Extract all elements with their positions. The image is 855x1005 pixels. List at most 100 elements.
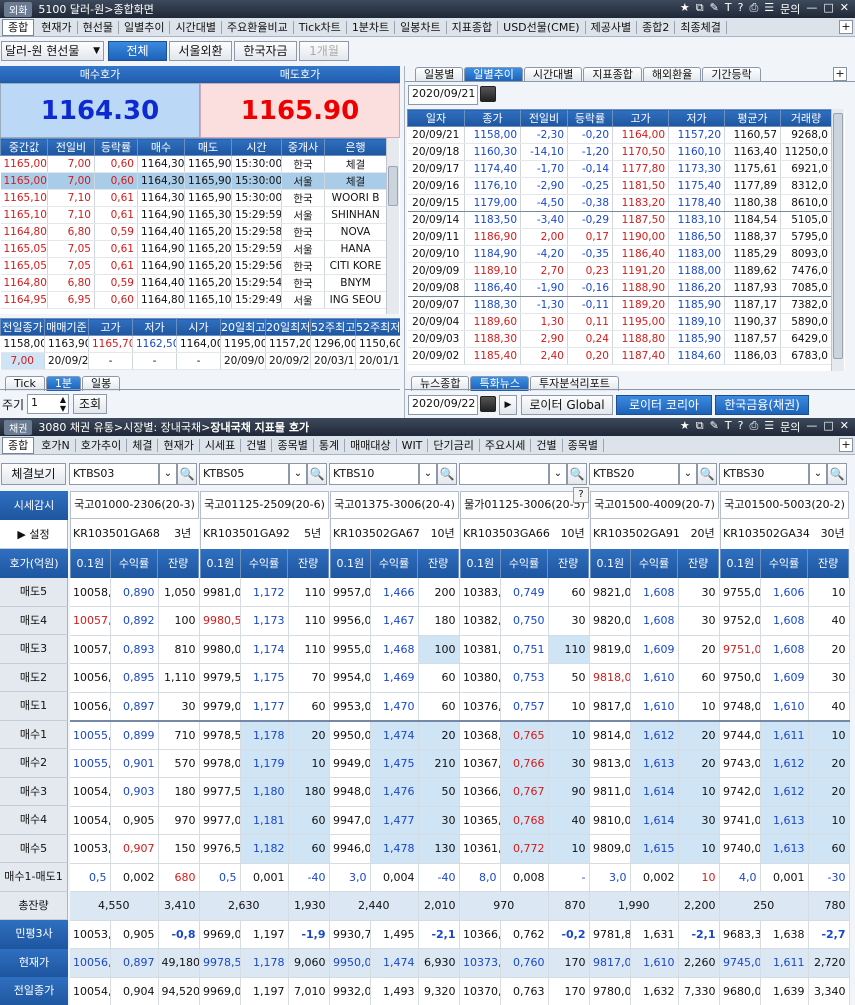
code-select[interactable]: KTBS10	[329, 463, 419, 485]
quote-row[interactable]: 10380,00,75350	[460, 663, 590, 693]
quote-row[interactable]: 9954,0 1,469 60	[330, 663, 460, 693]
menu-item[interactable]: WIT	[397, 438, 429, 452]
menu-item[interactable]: 종합	[2, 18, 35, 36]
search-button[interactable]: 조회	[73, 394, 107, 414]
quote-row[interactable]: 10383,00,74960	[460, 578, 590, 607]
quote-row[interactable]: 9955,0 1,468 100	[330, 635, 460, 664]
menu-item[interactable]: 호가N	[36, 438, 76, 452]
menu-item[interactable]: 시세표	[200, 438, 242, 452]
quote-row[interactable]: 10361,00,77210	[460, 834, 590, 864]
window-tool-icon[interactable]: ?	[738, 1, 744, 17]
table-row[interactable]: 20/09/17 1174,40 -1,70 -0,14 1177,80 1173,30 1…	[407, 160, 832, 178]
quote-row[interactable]: 10054,50,903180	[70, 777, 200, 807]
menu-item[interactable]: 종합	[2, 436, 35, 454]
tab[interactable]: 기간등락	[702, 67, 761, 82]
quote-row[interactable]: 10056,50,8951,110	[70, 663, 200, 693]
code-select[interactable]	[459, 463, 549, 485]
period-stepper[interactable]: 1 ▲ ▼	[27, 394, 69, 414]
quote-row[interactable]: 10053,50,907150	[70, 834, 200, 864]
calendar-icon[interactable]	[480, 86, 496, 105]
tab[interactable]: 지표종합	[583, 67, 642, 82]
quote-row[interactable]: 9981,0 1,172 110	[200, 578, 330, 607]
auto-monitor-label[interactable]: 시세감시	[0, 491, 68, 520]
table-row[interactable]: 20/09/04 1189,60 1,30 0,11 1195,00 1189,10 119…	[407, 313, 832, 331]
quote-row[interactable]: 9809,0 1,615 10	[590, 834, 720, 864]
menu-item[interactable]: 현재가	[158, 438, 200, 452]
quote-row[interactable]: 9978,0 1,179 10	[200, 749, 330, 778]
quote-row[interactable]: 9819,0 1,609 20	[590, 635, 720, 664]
market-select[interactable]: 달러-원 현선물 ▼	[1, 41, 104, 61]
news-reuters-korea-button[interactable]: 로이터 코리아	[616, 395, 712, 415]
chevron-down-icon[interactable]: ⌄	[289, 463, 307, 485]
menu-item[interactable]: 최종체결	[675, 20, 727, 34]
setting-button[interactable]: ▶ 설정	[0, 520, 68, 549]
table-row[interactable]: 1165,05 7,05 0,61 1164,90 1165,20 15:29:56 한국 C…	[0, 257, 387, 275]
quote-row[interactable]: 9813,0 1,613 20	[590, 749, 720, 778]
table-row[interactable]: 20/09/07 1188,30 -1,30 -0,11 1189,20 1185,90 1…	[407, 296, 832, 314]
menu-item[interactable]: 건별	[241, 438, 273, 452]
quote-row[interactable]: 9743,0 1,612 20	[720, 749, 850, 778]
window-control-icon[interactable]: □	[823, 419, 833, 435]
table-row[interactable]: 20/09/15 1179,00 -4,50 -0,38 1183,20 1178,40 1…	[407, 194, 832, 212]
quote-row[interactable]: 9980,0 1,174 110	[200, 635, 330, 664]
filter-seoul-button[interactable]: 서울외환	[169, 41, 232, 61]
code-select[interactable]: KTBS30	[719, 463, 809, 485]
menu-item[interactable]: 종목별	[563, 438, 604, 452]
window-tool-icon[interactable]: ⧉	[696, 419, 704, 435]
quote-row[interactable]: 9748,0 1,610 40	[720, 692, 850, 721]
window-tool-icon[interactable]: T	[725, 419, 732, 435]
tab[interactable]: 해외환율	[642, 67, 702, 82]
search-icon[interactable]: 🔍	[437, 463, 457, 485]
quote-row[interactable]: 9741,0 1,613 10	[720, 806, 850, 835]
table-row[interactable]: 1164,80 6,80 0,59 1164,40 1165,20 15:29:58 한국 N…	[0, 223, 387, 241]
quote-row[interactable]: 9811,0 1,614 10	[590, 777, 720, 807]
window-tool-icon[interactable]: ★	[680, 1, 690, 17]
window-tool-icon[interactable]: ⧉	[696, 1, 704, 17]
menu-item[interactable]: 주요시세	[480, 438, 532, 452]
code-select[interactable]: KTBS03	[69, 463, 159, 485]
quote-row[interactable]: 9820,0 1,608 30	[590, 606, 720, 636]
login-label[interactable]: 문의	[780, 1, 800, 17]
trades-scrollbar[interactable]	[386, 138, 399, 314]
news-reuters-global-button[interactable]: 로이터 Global	[521, 395, 613, 415]
window-tool-icon[interactable]: T	[725, 1, 732, 17]
window-tool-icon[interactable]: ★	[680, 419, 690, 435]
menu-item[interactable]: 현재가	[36, 20, 78, 34]
table-row[interactable]: 1165,00 7,00 0,60 1164,30 1165,90 15:30:00 한국 체…	[0, 155, 387, 173]
chevron-down-icon[interactable]: ⌄	[159, 463, 177, 485]
quote-row[interactable]: 9950,0 1,474 20	[330, 719, 460, 750]
table-row[interactable]: 20/09/02 1185,40 2,40 0,20 1187,40 1184,60 118…	[407, 347, 832, 365]
quote-row[interactable]: 9949,0 1,475 210	[330, 749, 460, 778]
chevron-down-icon[interactable]: ⌄	[679, 463, 697, 485]
menu-item[interactable]: 호가추이	[76, 438, 128, 452]
chevron-down-icon[interactable]: ⌄	[419, 463, 437, 485]
quote-row[interactable]: 10366,00,76790	[460, 777, 590, 807]
login-label[interactable]: 문의	[780, 419, 800, 435]
quote-row[interactable]: 9947,0 1,477 30	[330, 806, 460, 835]
window-tool-icon[interactable]: ✎	[710, 1, 719, 17]
quote-row[interactable]: 9817,0 1,610 10	[590, 692, 720, 721]
add-tab-icon[interactable]: +	[833, 67, 847, 81]
daily-date-field[interactable]: 2020/09/21	[408, 85, 478, 105]
table-row[interactable]: 20/09/14 1183,50 -3,40 -0,29 1187,50 1183,10 1…	[407, 211, 832, 229]
quote-row[interactable]: 9979,5 1,175 70	[200, 663, 330, 693]
quote-row[interactable]: 10054,00,905970	[70, 806, 200, 835]
play-icon[interactable]: ▶	[499, 395, 517, 415]
quote-row[interactable]: 10058,00,8901,050	[70, 578, 200, 607]
search-icon[interactable]: 🔍	[177, 463, 197, 485]
menu-item[interactable]: 일봉차트	[395, 20, 447, 34]
quote-row[interactable]: 10056,00,89730	[70, 692, 200, 721]
quote-row[interactable]: 9821,0 1,608 30	[590, 578, 720, 607]
table-row[interactable]: 20/09/11 1186,90 2,00 0,17 1190,00 1186,50 118…	[407, 228, 832, 246]
table-row[interactable]: 20/09/09 1189,10 2,70 0,23 1191,20 1188,00 118…	[407, 262, 832, 280]
tab[interactable]: 일별추이	[464, 67, 523, 82]
quote-row[interactable]: 9957,0 1,466 200	[330, 578, 460, 607]
quote-row[interactable]: 9978,5 1,178 20	[200, 719, 330, 750]
search-icon[interactable]: 🔍	[697, 463, 717, 485]
table-row[interactable]: 1165,10 7,10 0,61 1164,90 1165,30 15:29:59 서울 S…	[0, 206, 387, 224]
table-row[interactable]: 1165,00 7,00 0,60 1164,30 1165,90 15:30:00 서울 체…	[0, 172, 387, 190]
chevron-down-icon[interactable]: ⌄	[809, 463, 827, 485]
daily-scrollbar[interactable]	[831, 109, 844, 371]
menu-item[interactable]: 건별	[531, 438, 563, 452]
tab[interactable]: 시간대별	[523, 67, 583, 82]
